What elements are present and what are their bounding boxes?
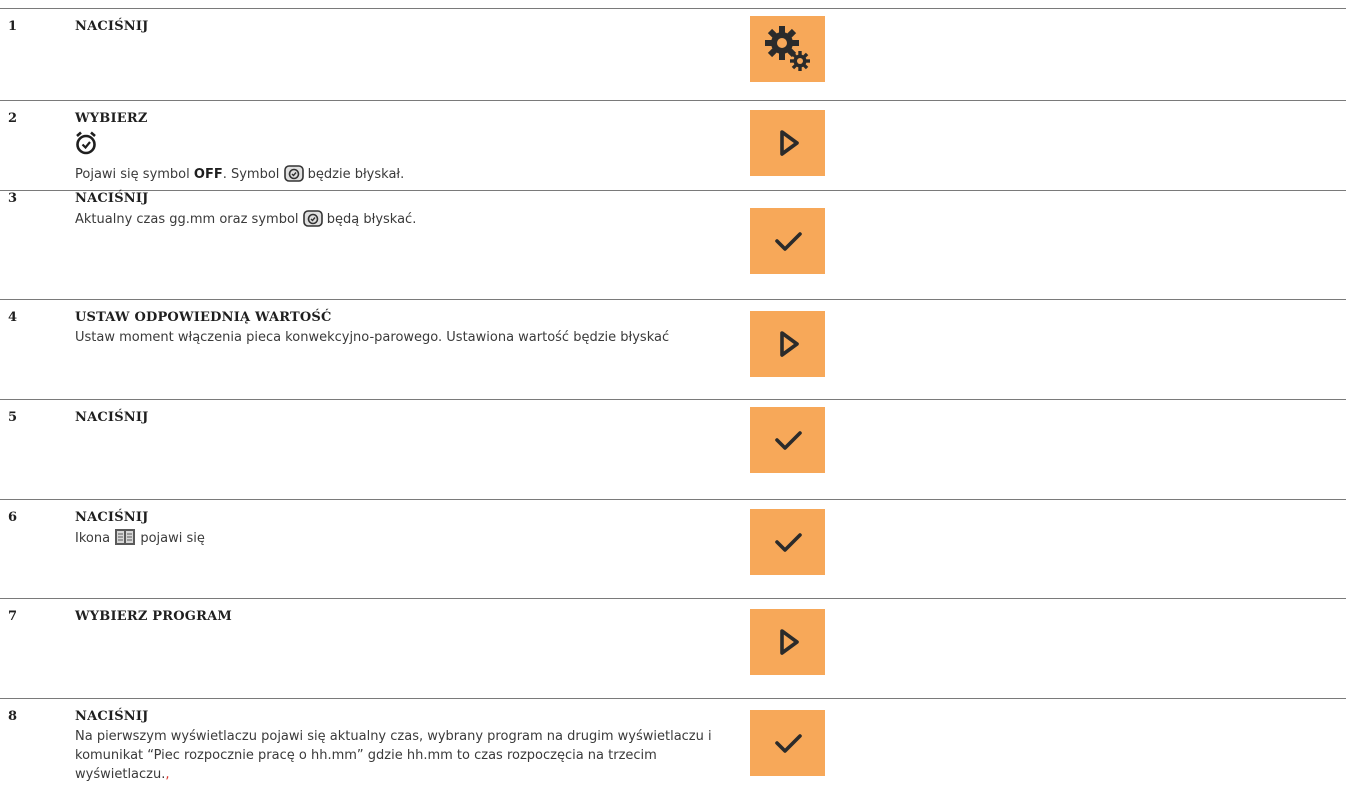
step-row-7: 7 WYBIERZ PROGRAM [0, 598, 1346, 692]
step-number: 2 [8, 111, 18, 126]
checkmark-icon [774, 431, 802, 450]
confirm-button[interactable] [750, 407, 825, 473]
timer-symbol-icon [283, 165, 304, 182]
checkmark-icon [774, 734, 802, 753]
step-number: 6 [8, 510, 18, 525]
step-description: Aktualny czas gg.mm oraz symbol będą bły… [75, 209, 735, 229]
step-number: 3 [8, 191, 18, 206]
step-number: 5 [8, 410, 18, 425]
next-button[interactable] [750, 609, 825, 675]
confirm-button[interactable] [750, 509, 825, 575]
checkmark-icon [774, 232, 802, 251]
timer-symbol-icon [302, 210, 323, 227]
step-description: Ikona pojawi się [75, 528, 735, 548]
step-description: Pojawi się symbol OFF. Symbol będzie bły… [75, 164, 735, 184]
next-button[interactable] [750, 110, 825, 176]
gears-icon [764, 26, 810, 71]
step-description: Na pierwszym wyświetlaczu pojawi się akt… [75, 729, 712, 782]
step-action: NACIŚNIJ [75, 191, 149, 206]
settings-button[interactable] [750, 16, 825, 82]
step-action: USTAW ODPOWIEDNIĄ WARTOŚĆ [75, 310, 332, 325]
checkmark-icon [774, 533, 802, 552]
step-row-6: 6 NACIŚNIJ Ikona pojawi się [0, 499, 1346, 592]
arrow-right-icon [779, 629, 799, 655]
step-row-3: 3 NACIŚNIJ Aktualny czas gg.mm oraz symb… [0, 190, 1346, 293]
step-action: NACIŚNIJ [75, 510, 149, 525]
step-description: Ustaw moment włączenia pieca konwekcyjno… [75, 330, 670, 345]
step-row-2: 2 WYBIERZ Pojawi się symbol OFF. Symbol … [0, 100, 1346, 201]
step-number: 8 [8, 709, 18, 724]
confirm-button[interactable] [750, 208, 825, 274]
program-book-icon [115, 529, 136, 545]
step-row-8: 8 NACIŚNIJ Na pierwszym wyświetlaczu poj… [0, 698, 1346, 792]
alarm-clock-icon [76, 131, 96, 155]
arrow-right-icon [779, 331, 799, 357]
step-row-5: 5 NACIŚNIJ [0, 399, 1346, 493]
step-action: NACIŚNIJ [75, 19, 149, 34]
step-action: WYBIERZ PROGRAM [75, 609, 232, 624]
next-button[interactable] [750, 311, 825, 377]
step-action: NACIŚNIJ [75, 709, 149, 724]
step-action: WYBIERZ [75, 111, 148, 126]
step-action: NACIŚNIJ [75, 410, 149, 425]
step-number: 1 [8, 19, 18, 34]
arrow-right-icon [779, 130, 799, 156]
confirm-button[interactable] [750, 710, 825, 776]
step-row-1: 1 NACIŚNIJ [0, 8, 1346, 93]
step-number: 7 [8, 609, 18, 624]
step-row-4: 4 USTAW ODPOWIEDNIĄ WARTOŚĆ Ustaw moment… [0, 299, 1346, 393]
step-number: 4 [8, 310, 18, 325]
